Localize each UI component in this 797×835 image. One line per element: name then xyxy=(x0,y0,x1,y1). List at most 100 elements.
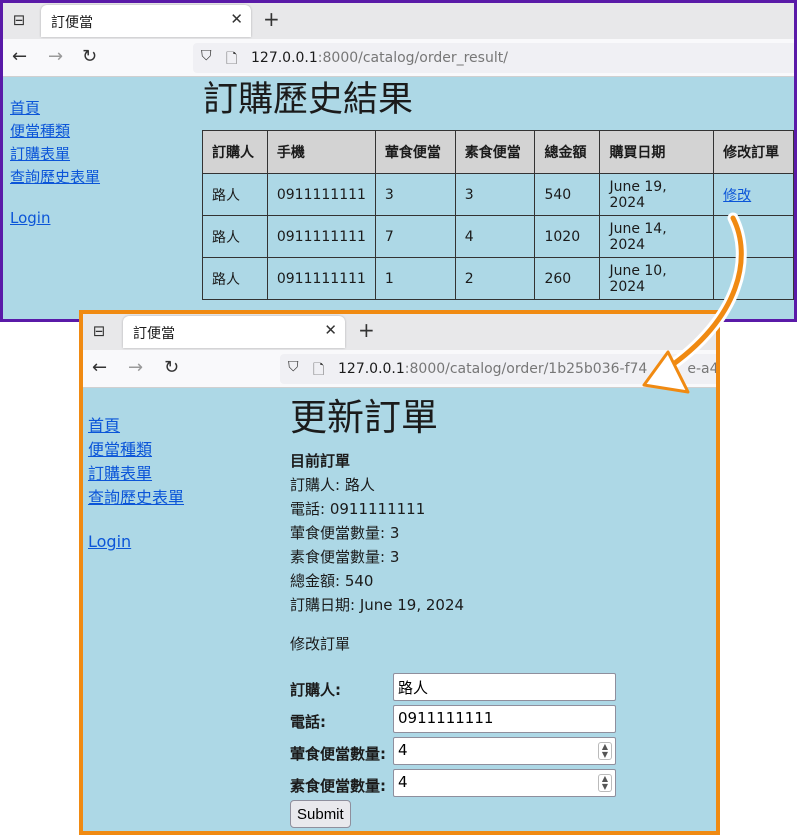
cell-name: 路人 xyxy=(202,215,268,258)
sidebar-item-home[interactable]: 首頁 xyxy=(88,414,184,438)
navigation-bar: ← → ↻ ⛉ 🗋 127.0.0.1:8000/catalog/order/1… xyxy=(83,350,716,388)
address-bar[interactable]: ⛉ 🗋 127.0.0.1:8000/catalog/order/1b25b03… xyxy=(280,354,716,384)
orders-table: 訂購人 手機 葷食便當 素食便當 總金額 購買日期 修改訂單 路人 091111… xyxy=(202,130,794,300)
tab-overview-icon[interactable]: ⊟ xyxy=(90,322,108,340)
sidebar-item-bento-types[interactable]: 便當種類 xyxy=(88,438,184,462)
spinner-icon[interactable]: ▲ ▼ xyxy=(598,774,612,792)
form-row-name: 訂購人: 路人 xyxy=(290,672,620,704)
cell-total: 540 xyxy=(534,173,601,216)
name-label: 訂購人: xyxy=(290,681,341,699)
sidebar-item-home[interactable]: 首頁 xyxy=(10,97,100,120)
sidebar-item-order-form[interactable]: 訂購表單 xyxy=(10,143,100,166)
sidebar: 首頁 便當種類 訂購表單 查詢歷史表單 Login xyxy=(88,414,184,554)
veg-quantity-stepper[interactable]: 4 ▲ ▼ xyxy=(393,769,616,797)
order-result-window: ⊟ 訂便當 ✕ + ← → ↻ ⛉ 🗋 127.0.0.1:8000/catal… xyxy=(0,0,797,322)
page-icon[interactable]: 🗋 xyxy=(313,359,324,383)
cell-total: 1020 xyxy=(534,215,601,258)
sidebar-item-history[interactable]: 查詢歷史表單 xyxy=(88,486,184,510)
cell-phone: 0911111111 xyxy=(266,215,376,258)
form-row-phone: 電話: 0911111111 xyxy=(290,704,620,736)
modify-order-label: 修改訂單 xyxy=(290,635,351,653)
table-row: 路人 0911111111 1 2 260 June 10, 2024 xyxy=(202,257,794,300)
close-icon[interactable]: ✕ xyxy=(324,321,337,339)
forward-arrow-icon[interactable]: → xyxy=(128,358,143,378)
tab-title: 訂便當 xyxy=(133,326,175,342)
back-arrow-icon[interactable]: ← xyxy=(92,358,107,378)
page-title: 訂購歷史結果 xyxy=(203,80,414,120)
login-link[interactable]: Login xyxy=(88,530,184,554)
meat-quantity-value: 4 xyxy=(398,741,408,759)
update-order-window: ⊟ 訂便當 ✕ + ← → ↻ ⛉ 🗋 127.0.0.1:8000/catal… xyxy=(79,310,720,835)
meat-quantity-label: 葷食便當數量: xyxy=(290,745,386,763)
submit-button[interactable]: Submit xyxy=(290,800,351,828)
current-order-line: 素食便當數量: 3 xyxy=(290,548,400,566)
cell-phone: 0911111111 xyxy=(266,257,376,300)
sidebar-item-bento-types[interactable]: 便當種類 xyxy=(10,120,100,143)
phone-input[interactable]: 0911111111 xyxy=(393,705,616,733)
plus-icon[interactable]: + xyxy=(358,318,375,342)
shield-icon[interactable]: ⛉ xyxy=(288,359,299,375)
sidebar: 首頁 便當種類 訂購表單 查詢歷史表單 Login xyxy=(10,97,100,230)
table-row: 路人 0911111111 3 3 540 June 19, 2024 修改 xyxy=(202,173,794,216)
current-order-line: 總金額: 540 xyxy=(290,572,374,590)
tab-title: 訂便當 xyxy=(51,15,93,31)
column-header: 訂購人 xyxy=(202,130,268,174)
cell-edit: 修改 xyxy=(713,173,794,216)
spinner-icon[interactable]: ▲ ▼ xyxy=(598,742,612,760)
address-bar[interactable]: ⛉ 🗋 127.0.0.1:8000/catalog/order_result/ xyxy=(193,43,794,73)
page-content: 首頁 便當種類 訂購表單 查詢歷史表單 Login 更新訂單 目前訂單 訂購人:… xyxy=(83,392,716,831)
current-order-line: 葷食便當數量: 3 xyxy=(290,524,400,542)
cell-veg: 3 xyxy=(454,173,536,216)
reload-icon[interactable]: ↻ xyxy=(164,358,179,378)
cell-phone: 0911111111 xyxy=(266,173,376,216)
sidebar-item-history[interactable]: 查詢歷史表單 xyxy=(10,166,100,189)
cell-edit xyxy=(713,257,794,300)
login-link[interactable]: Login xyxy=(10,207,100,230)
cell-meat: 3 xyxy=(374,173,456,216)
table-row: 路人 0911111111 7 4 1020 June 14, 2024 xyxy=(202,215,794,258)
edit-order-link[interactable]: 修改 xyxy=(723,188,751,204)
page-content: 首頁 便當種類 訂購表單 查詢歷史表單 Login 訂購歷史結果 訂購人 手機 … xyxy=(3,77,794,319)
cell-name: 路人 xyxy=(202,173,268,216)
page-icon[interactable]: 🗋 xyxy=(226,48,237,72)
tab-bar: ⊟ 訂便當 ✕ + xyxy=(83,314,716,350)
veg-quantity-label: 素食便當數量: xyxy=(290,777,386,795)
tab-overview-icon[interactable]: ⊟ xyxy=(10,11,28,29)
current-order-line: 訂購人: 路人 xyxy=(290,476,375,494)
forward-arrow-icon[interactable]: → xyxy=(48,47,63,67)
column-header: 購買日期 xyxy=(599,130,715,174)
name-input[interactable]: 路人 xyxy=(393,673,616,701)
meat-quantity-stepper[interactable]: 4 ▲ ▼ xyxy=(393,737,616,765)
cell-meat: 7 xyxy=(374,215,456,258)
update-order-form: 訂購人: 路人 電話: 0911111111 葷食便當數量: 4 ▲ ▼ 素食便當… xyxy=(290,672,620,831)
cell-total: 260 xyxy=(534,257,601,300)
column-header: 素食便當 xyxy=(454,130,536,174)
reload-icon[interactable]: ↻ xyxy=(82,47,97,67)
column-header: 修改訂單 xyxy=(713,130,794,174)
browser-tab[interactable]: 訂便當 ✕ xyxy=(123,316,345,348)
url-text: 127.0.0.1:8000/catalog/order/1b25b036-f7… xyxy=(338,361,719,377)
column-header: 葷食便當 xyxy=(374,130,456,174)
form-row-veg: 素食便當數量: 4 ▲ ▼ xyxy=(290,768,620,800)
form-row-meat: 葷食便當數量: 4 ▲ ▼ xyxy=(290,736,620,768)
browser-tab[interactable]: 訂便當 ✕ xyxy=(41,5,251,37)
url-text: 127.0.0.1:8000/catalog/order_result/ xyxy=(251,50,508,66)
cell-date: June 14, 2024 xyxy=(599,215,715,258)
current-order-title: 目前訂單 xyxy=(290,452,351,470)
cell-meat: 1 xyxy=(374,257,456,300)
phone-label: 電話: xyxy=(290,713,326,731)
plus-icon[interactable]: + xyxy=(263,7,280,31)
cell-date: June 10, 2024 xyxy=(599,257,715,300)
column-header: 總金額 xyxy=(534,130,601,174)
shield-icon[interactable]: ⛉ xyxy=(201,48,212,64)
navigation-bar: ← → ↻ ⛉ 🗋 127.0.0.1:8000/catalog/order_r… xyxy=(3,39,794,77)
page-title: 更新訂單 xyxy=(290,396,438,439)
cell-date: June 19, 2024 xyxy=(599,173,715,216)
back-arrow-icon[interactable]: ← xyxy=(12,47,27,67)
cell-veg: 2 xyxy=(454,257,536,300)
cell-edit xyxy=(713,215,794,258)
sidebar-item-order-form[interactable]: 訂購表單 xyxy=(88,462,184,486)
close-icon[interactable]: ✕ xyxy=(230,10,243,28)
form-actions: Submit xyxy=(290,800,620,831)
veg-quantity-value: 4 xyxy=(398,773,408,791)
